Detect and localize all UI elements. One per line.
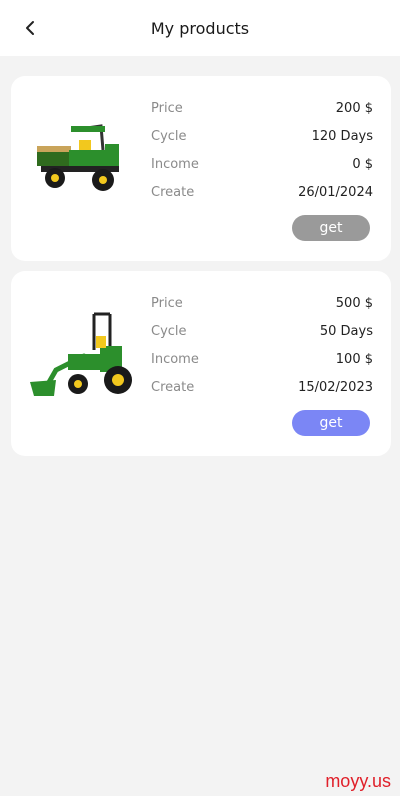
create-value: 15/02/2023 (298, 379, 373, 395)
product-image-compact-tractor (23, 293, 139, 419)
watermark: moyy.us (325, 771, 391, 791)
cycle-label: Cycle (151, 323, 187, 339)
header-bar: My products (0, 0, 400, 56)
price-value: 200 $ (335, 100, 373, 116)
get-button[interactable]: get (292, 410, 370, 436)
product-details: Price 200 $ Cycle 120 Days Income 0 $ Cr… (151, 94, 373, 206)
cycle-value: 120 Days (311, 128, 373, 144)
detail-row-price: Price 200 $ (151, 94, 373, 122)
cycle-value: 50 Days (319, 323, 373, 339)
income-value: 0 $ (352, 156, 373, 172)
back-arrow-icon (26, 21, 34, 35)
detail-row-cycle: Cycle 50 Days (151, 317, 373, 345)
detail-row-price: Price 500 $ (151, 289, 373, 317)
detail-row-income: Income 100 $ (151, 345, 373, 373)
detail-row-create: Create 26/01/2024 (151, 178, 373, 206)
create-label: Create (151, 184, 195, 200)
price-label: Price (151, 100, 183, 116)
product-card: Price 500 $ Cycle 50 Days Income 100 $ C… (11, 271, 391, 456)
detail-row-create: Create 15/02/2023 (151, 373, 373, 401)
income-value: 100 $ (335, 351, 373, 367)
product-card: Price 200 $ Cycle 120 Days Income 0 $ Cr… (11, 76, 391, 261)
page-title: My products (150, 18, 250, 38)
price-label: Price (151, 295, 183, 311)
price-value: 500 $ (335, 295, 373, 311)
detail-row-cycle: Cycle 120 Days (151, 122, 373, 150)
get-button[interactable]: get (292, 215, 370, 241)
product-image-utility-vehicle (23, 98, 139, 224)
create-value: 26/01/2024 (298, 184, 373, 200)
detail-row-income: Income 0 $ (151, 150, 373, 178)
back-button[interactable] (18, 16, 42, 40)
income-label: Income (151, 351, 199, 367)
cycle-label: Cycle (151, 128, 187, 144)
product-details: Price 500 $ Cycle 50 Days Income 100 $ C… (151, 289, 373, 401)
income-label: Income (151, 156, 199, 172)
create-label: Create (151, 379, 195, 395)
